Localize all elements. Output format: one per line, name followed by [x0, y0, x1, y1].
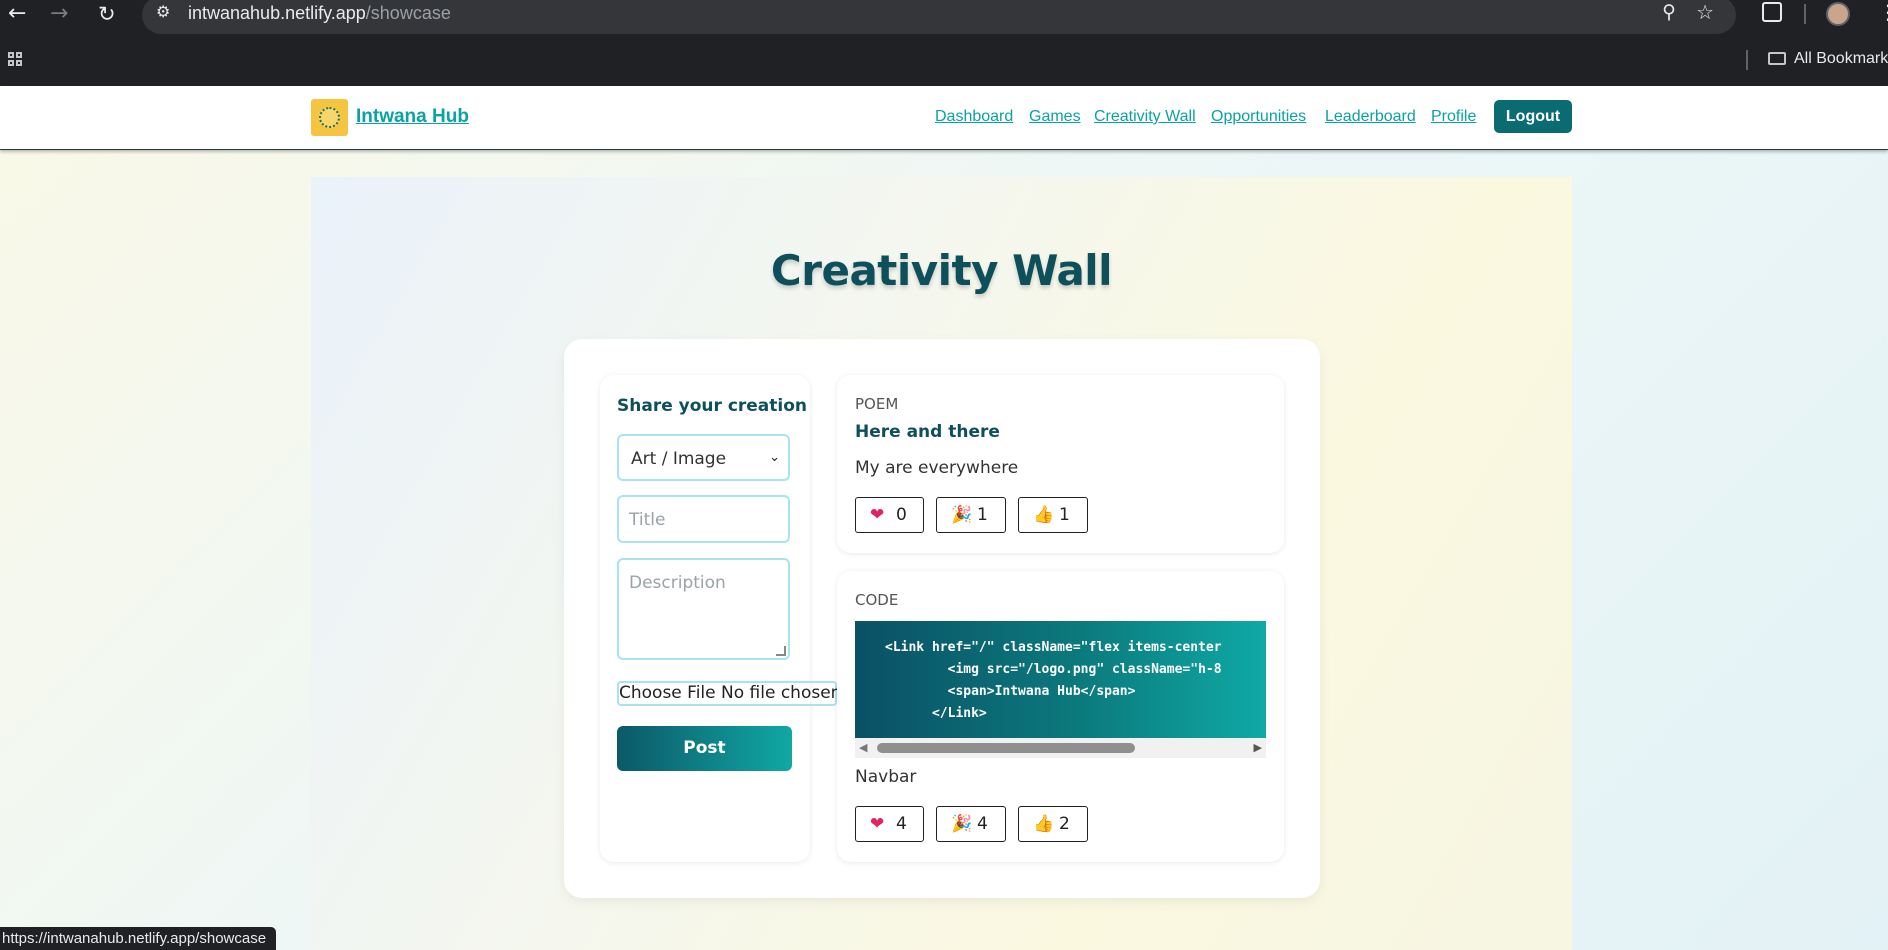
bookmarks-divider — [1746, 50, 1748, 70]
party-popper-icon: 🎉 — [951, 505, 973, 525]
back-arrow-icon[interactable]: ← — [8, 0, 26, 30]
heart-icon: ❤ — [870, 814, 885, 834]
code-text: <Link href="/" className="flex items-cen… — [885, 640, 1222, 721]
extensions-icon[interactable] — [1762, 2, 1782, 22]
thumbs-up-icon: 👍 — [1033, 505, 1055, 525]
site-info-icon[interactable]: ⚙ — [156, 2, 176, 22]
post-card-code: CODE <Link href="/" className="flex item… — [837, 571, 1284, 862]
reaction-thumbs-button[interactable]: 👍 1 — [1018, 497, 1088, 533]
scroll-left-icon[interactable]: ◀ — [859, 741, 867, 754]
scroll-right-icon[interactable]: ▶ — [1254, 741, 1262, 754]
resize-handle-icon[interactable] — [776, 646, 786, 656]
address-bar[interactable]: ⚙ intwanahub.netlify.app/showcase ⚲ ☆ — [142, 0, 1736, 34]
zoom-icon[interactable]: ⚲ — [1662, 1, 1676, 23]
reaction-heart-button[interactable]: ❤ 4 — [855, 806, 924, 842]
file-input[interactable]: Choose File No file chosen — [617, 681, 841, 706]
nav-link-opportunities[interactable]: Opportunities — [1211, 108, 1306, 126]
thumbs-up-icon: 👍 — [1033, 814, 1055, 834]
profile-avatar[interactable] — [1826, 2, 1850, 26]
site-logo[interactable] — [311, 99, 348, 136]
brand-link[interactable]: Intwana Hub — [356, 106, 469, 128]
reload-icon[interactable]: ↻ — [98, 0, 116, 30]
code-scrollbar[interactable]: ◀ ▶ — [855, 738, 1266, 758]
all-bookmarks-button[interactable]: All Bookmarks — [1768, 50, 1888, 68]
logout-button[interactable]: Logout — [1494, 100, 1572, 133]
form-heading: Share your creation — [617, 396, 808, 416]
post-type-label: CODE — [855, 591, 899, 609]
menu-dots-icon[interactable]: ⋮ — [1878, 0, 1888, 24]
description-placeholder: Description — [629, 573, 726, 593]
title-placeholder: Title — [629, 510, 666, 530]
post-description: My are everywhere — [855, 458, 1019, 478]
site-navbar: Intwana Hub Dashboard Games Creativity W… — [0, 86, 1888, 150]
post-title: Here and there — [855, 422, 1000, 442]
share-form: Share your creation Art / Image ⌄ Title … — [600, 375, 841, 862]
type-select[interactable]: Art / Image ⌄ — [617, 434, 790, 481]
forward-arrow-icon[interactable]: → — [50, 0, 68, 30]
scroll-thumb[interactable] — [877, 743, 1135, 753]
nav-link-profile[interactable]: Profile — [1431, 108, 1476, 126]
nav-link-games[interactable]: Games — [1029, 108, 1081, 126]
description-textarea[interactable]: Description — [617, 558, 790, 660]
bookmarks-bar — [0, 36, 1888, 86]
nav-link-leaderboard[interactable]: Leaderboard — [1325, 108, 1416, 126]
heart-icon: ❤ — [870, 505, 885, 525]
browser-toolbar: ← → ↻ ⚙ intwanahub.netlify.app/showcase … — [0, 0, 1888, 36]
bookmark-star-icon[interactable]: ☆ — [1696, 0, 1714, 24]
url-text[interactable]: intwanahub.netlify.app/showcase — [188, 3, 451, 24]
post-type-label: POEM — [855, 395, 899, 413]
post-button[interactable]: Post — [617, 726, 792, 771]
post-description: Navbar — [855, 767, 917, 787]
nav-link-creativity-wall[interactable]: Creativity Wall — [1094, 108, 1196, 126]
chevron-down-icon: ⌄ — [769, 450, 780, 465]
type-select-value: Art / Image — [631, 449, 727, 469]
status-bar-url: https://intwanahub.netlify.app/showcase — [0, 927, 277, 950]
title-input[interactable]: Title — [617, 495, 790, 543]
reaction-party-button[interactable]: 🎉 4 — [936, 806, 1006, 842]
reaction-heart-button[interactable]: ❤ 0 — [855, 497, 924, 533]
code-block[interactable]: <Link href="/" className="flex items-cen… — [855, 621, 1266, 738]
party-popper-icon: 🎉 — [951, 814, 973, 834]
reaction-party-button[interactable]: 🎉 1 — [936, 497, 1006, 533]
reaction-thumbs-button[interactable]: 👍 2 — [1018, 806, 1088, 842]
page-title: Creativity Wall — [770, 246, 1113, 295]
folder-icon — [1768, 52, 1786, 65]
nav-link-dashboard[interactable]: Dashboard — [935, 108, 1013, 126]
post-card-poem: POEM Here and there My are everywhere ❤ 0… — [837, 375, 1284, 553]
toolbar-divider — [1804, 4, 1806, 24]
